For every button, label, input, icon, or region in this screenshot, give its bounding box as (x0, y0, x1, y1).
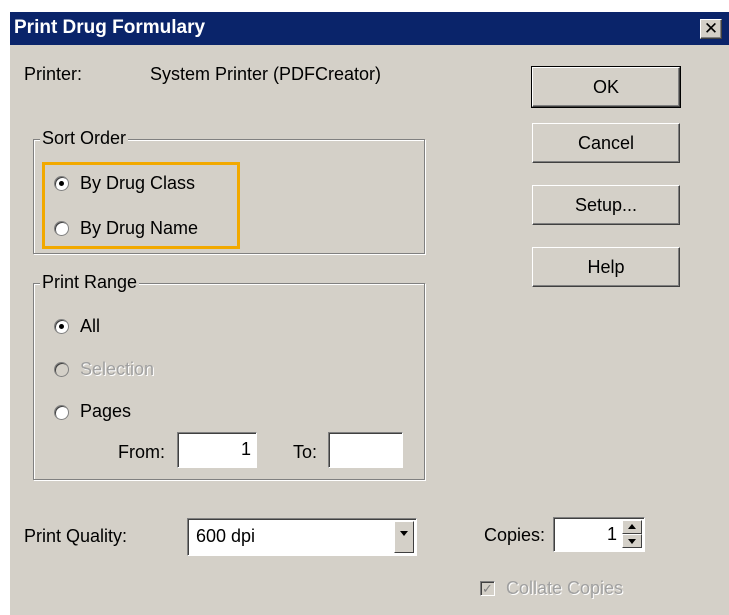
sort-by-drug-class-label[interactable]: By Drug Class (80, 173, 195, 194)
from-page-input[interactable]: 1 (177, 432, 257, 468)
print-quality-label: Print Quality: (24, 526, 128, 546)
range-selection-label: Selection (80, 359, 155, 379)
radio-selected-dot (59, 181, 64, 186)
copies-label: Copies: (484, 525, 546, 545)
sort-by-drug-class-radio[interactable] (54, 176, 69, 191)
printer-name: System Printer (PDFCreator) (150, 64, 382, 84)
range-pages-radio[interactable] (54, 405, 69, 420)
print-drug-formulary-dialog: Print Drug Formulary ✕ Printer: System P… (10, 12, 729, 615)
triangle-down-glyph (628, 539, 636, 544)
collate-copies-label: Collate Copies (506, 578, 624, 598)
collate-copies-checkbox: ✓ (480, 581, 495, 596)
triangle-up-glyph (628, 524, 636, 529)
range-pages-label[interactable]: Pages (80, 401, 131, 422)
print-quality-dropdown[interactable]: 600 dpi (187, 518, 417, 556)
cancel-button[interactable]: Cancel (532, 123, 680, 163)
print-quality-value: 600 dpi (196, 526, 256, 546)
title-bar[interactable]: Print Drug Formulary ✕ (10, 12, 729, 45)
window-title: Print Drug Formulary (14, 17, 206, 38)
to-label: To: (293, 442, 318, 462)
ok-button[interactable]: OK (531, 66, 681, 108)
help-button[interactable]: Help (532, 247, 680, 287)
sort-order-legend: Sort Order (40, 128, 129, 149)
range-selection-radio (54, 362, 69, 377)
setup-button[interactable]: Setup... (532, 185, 680, 225)
copies-value: 1 (606, 524, 617, 544)
spin-down-icon[interactable] (622, 534, 642, 548)
radio-selected-dot (59, 324, 64, 329)
range-all-radio[interactable] (54, 319, 69, 334)
copies-spinner[interactable]: 1 (553, 517, 645, 552)
triangle-down-glyph (400, 531, 408, 536)
from-label: From: (118, 442, 165, 462)
to-page-input[interactable] (328, 432, 403, 468)
chevron-down-icon[interactable] (394, 521, 414, 553)
from-page-value: 1 (240, 439, 251, 459)
sort-by-drug-name-radio[interactable] (54, 221, 69, 236)
sort-by-drug-name-label[interactable]: By Drug Name (80, 218, 198, 239)
range-all-label[interactable]: All (80, 316, 100, 337)
print-range-legend: Print Range (40, 272, 140, 293)
spin-up-icon[interactable] (622, 520, 642, 534)
close-icon[interactable]: ✕ (700, 19, 722, 39)
printer-label: Printer: (24, 64, 83, 84)
